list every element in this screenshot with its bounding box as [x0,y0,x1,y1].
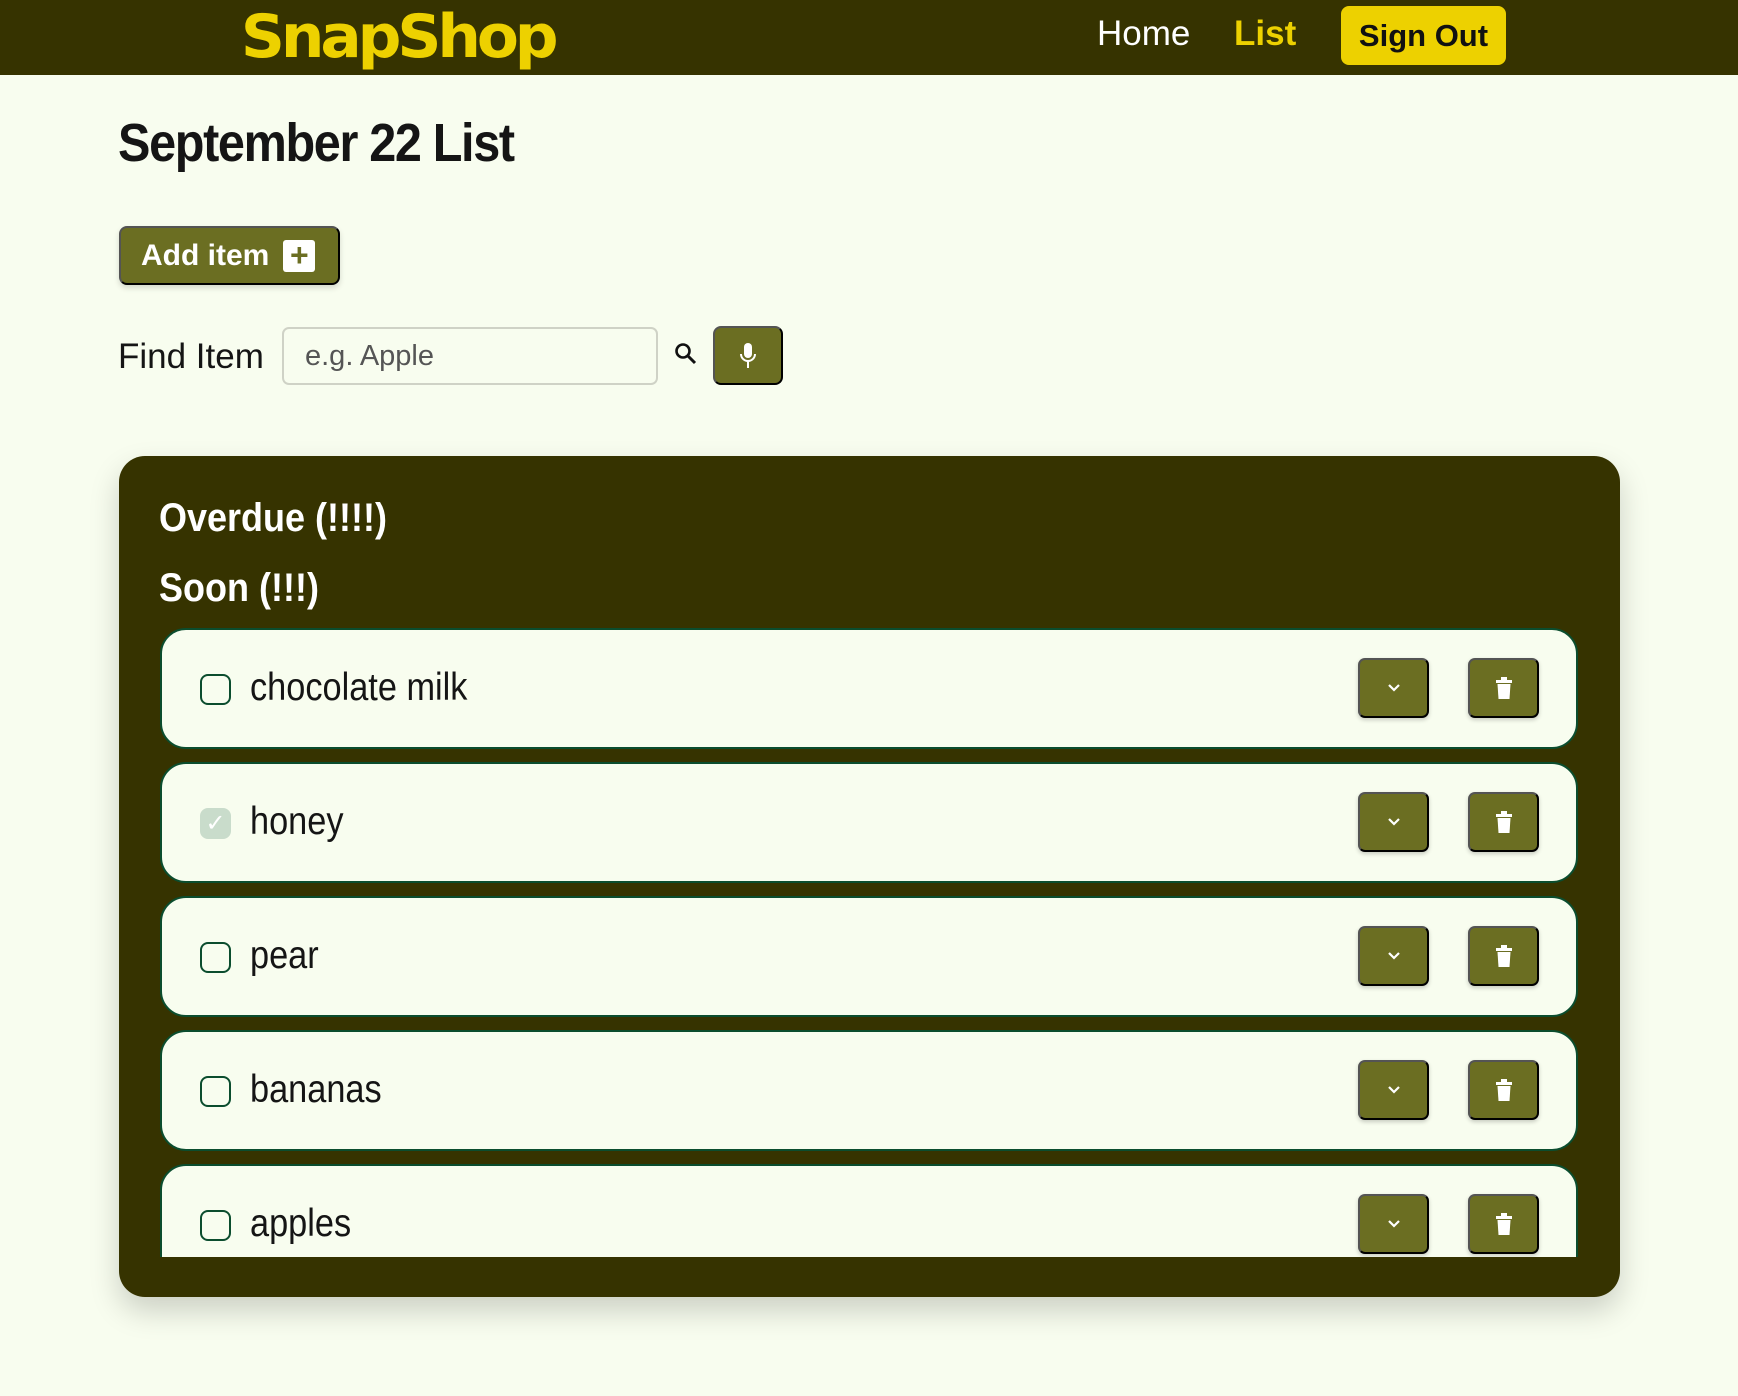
delete-button[interactable] [1468,926,1539,986]
top-nav: SnapShop Home List Sign Out [0,0,1738,75]
trash-icon [1495,1079,1512,1101]
nav-list[interactable]: List [1234,14,1296,54]
delete-button[interactable] [1468,1194,1539,1254]
chevron-down-icon [1387,952,1400,960]
item-checkbox[interactable] [200,1210,231,1241]
item-name: honey [250,800,344,843]
find-item-label: Find Item [118,337,264,376]
item-name: pear [250,934,319,977]
item-checkbox[interactable] [200,1076,231,1107]
trash-icon [1495,1213,1512,1235]
list-item: ✓ honey [160,762,1578,883]
item-checkbox[interactable] [200,674,231,705]
delete-button[interactable] [1468,792,1539,852]
item-list: chocolate milk ✓ honey pear bananas appl… [160,628,1578,1257]
sign-out-button[interactable]: Sign Out [1341,6,1506,65]
chevron-down-icon [1387,1220,1400,1228]
section-soon: Soon (!!!) [159,566,319,610]
list-item: chocolate milk [160,628,1578,749]
delete-button[interactable] [1468,1060,1539,1120]
microphone-icon [740,342,756,368]
delete-button[interactable] [1468,658,1539,718]
item-name: chocolate milk [250,666,468,709]
expand-button[interactable] [1358,792,1429,852]
page-title: September 22 List [118,113,515,173]
chevron-down-icon [1387,1086,1400,1094]
voice-search-button[interactable] [713,326,783,385]
trash-icon [1495,945,1512,967]
list-item: bananas [160,1030,1578,1151]
list-panel: Overdue (!!!!) Soon (!!!) chocolate milk… [119,456,1620,1297]
item-name: apples [250,1202,352,1245]
expand-button[interactable] [1358,1194,1429,1254]
section-overdue: Overdue (!!!!) [159,496,387,540]
list-item: pear [160,896,1578,1017]
plus-icon: + [283,239,316,272]
item-checkbox[interactable]: ✓ [200,808,231,839]
add-item-label: Add item [141,238,270,272]
chevron-down-icon [1387,684,1400,692]
find-item-input[interactable] [282,327,658,385]
item-name: bananas [250,1068,382,1111]
logo[interactable]: SnapShop [241,2,559,72]
trash-icon [1495,811,1512,833]
chevron-down-icon [1387,818,1400,826]
nav-home[interactable]: Home [1097,14,1190,54]
search-icon[interactable] [674,342,698,371]
expand-button[interactable] [1358,1060,1429,1120]
trash-icon [1495,677,1512,699]
item-checkbox[interactable] [200,942,231,973]
expand-button[interactable] [1358,926,1429,986]
list-item: apples [160,1164,1578,1257]
add-item-button[interactable]: Add item + [119,226,340,285]
expand-button[interactable] [1358,658,1429,718]
